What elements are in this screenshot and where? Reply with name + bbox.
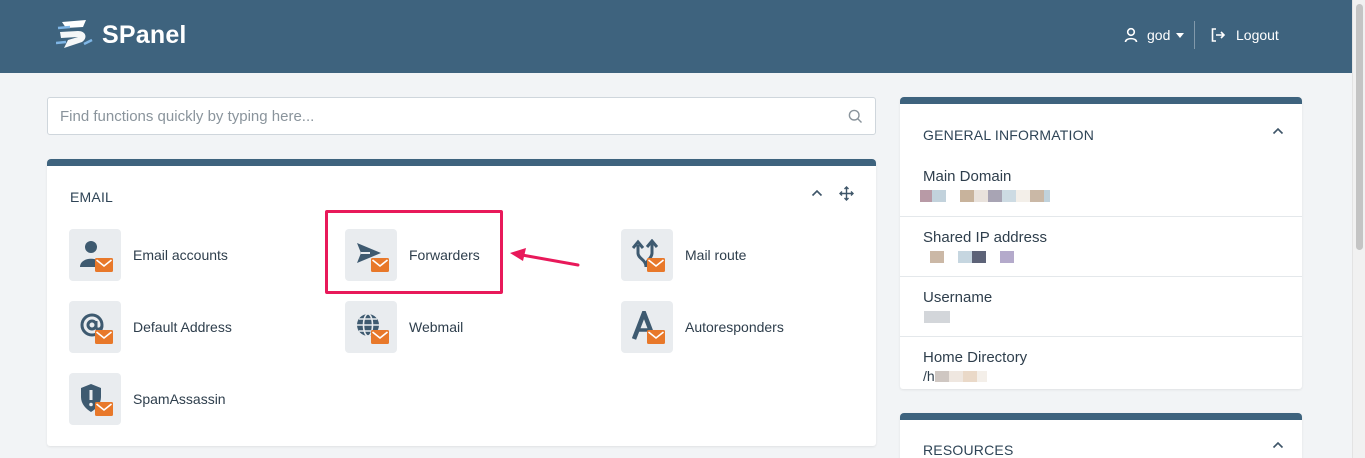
info-label: Shared IP address — [923, 229, 1047, 246]
annotation-arrow-icon — [510, 248, 580, 267]
logo-text: SPanel — [102, 20, 187, 49]
user-menu[interactable]: god — [1123, 27, 1185, 43]
tile-label: Webmail — [409, 319, 464, 335]
function-search — [47, 97, 876, 135]
chevron-down-icon — [1176, 32, 1185, 38]
tile-default-address[interactable]: Default Address — [69, 301, 232, 353]
top-header: SPanel god Logout — [0, 0, 1352, 73]
logout-icon — [1211, 28, 1226, 42]
general-information-title: GENERAL INFORMATION — [923, 127, 1095, 143]
tile-spamassassin[interactable]: SpamAssassin — [69, 373, 226, 425]
envelope-icon — [647, 330, 665, 344]
webmail-icon-box — [345, 301, 397, 353]
tile-autoresponders[interactable]: Autoresponders — [621, 301, 784, 353]
redacted-value — [920, 251, 1014, 263]
user-icon — [1124, 27, 1138, 43]
tile-webmail[interactable]: Webmail — [345, 301, 463, 353]
default-address-icon-box — [69, 301, 121, 353]
home-directory-prefix: /h — [923, 368, 935, 384]
username-label: god — [1147, 27, 1171, 43]
redacted-value — [920, 311, 950, 323]
spanel-logo[interactable]: SPanel — [56, 18, 187, 52]
logout-button[interactable]: Logout — [1210, 27, 1279, 43]
move-icon[interactable] — [839, 186, 854, 201]
forwarders-highlight-box — [325, 210, 503, 294]
chevron-up-icon[interactable] — [810, 186, 824, 200]
tile-label: Mail route — [685, 247, 747, 263]
tile-label: SpamAssassin — [133, 391, 226, 407]
info-label: Username — [923, 289, 993, 306]
envelope-icon — [95, 258, 113, 272]
envelope-icon — [95, 330, 113, 344]
info-row-home-directory: Home Directory /h — [900, 336, 1302, 396]
general-information-card: GENERAL INFORMATION Main Domain Shared I… — [900, 97, 1302, 389]
tile-label: Autoresponders — [685, 319, 784, 335]
envelope-icon — [95, 402, 113, 416]
chevron-up-icon[interactable] — [1271, 124, 1285, 138]
scrollbar-thumb[interactable] — [1356, 4, 1363, 250]
envelope-icon — [647, 258, 665, 272]
info-row-shared-ip: Shared IP address — [900, 216, 1302, 276]
tile-label: Email accounts — [133, 247, 228, 263]
info-row-username: Username — [900, 276, 1302, 336]
tile-label: Default Address — [133, 319, 232, 335]
autoresponders-icon-box — [621, 301, 673, 353]
header-divider — [1194, 21, 1195, 49]
spamassassin-icon-box — [69, 373, 121, 425]
resources-card: RESOURCES — [900, 413, 1302, 458]
page-scrollbar[interactable] — [1352, 0, 1365, 458]
resources-title: RESOURCES — [923, 442, 1014, 458]
mail-route-icon-box — [621, 229, 673, 281]
logout-label: Logout — [1236, 27, 1279, 43]
tile-email-accounts[interactable]: Email accounts — [69, 229, 228, 281]
search-icon[interactable] — [848, 109, 863, 124]
search-input[interactable] — [48, 98, 818, 134]
email-card-title: EMAIL — [70, 189, 114, 205]
logo-mark-icon — [56, 20, 93, 48]
chevron-up-icon[interactable] — [1271, 438, 1285, 452]
tile-mail-route[interactable]: Mail route — [621, 229, 746, 281]
home-directory-value: /h — [923, 368, 987, 384]
info-row-main-domain: Main Domain — [900, 156, 1302, 216]
email-accounts-icon-box — [69, 229, 121, 281]
envelope-icon — [371, 330, 389, 344]
redacted-value — [920, 190, 1050, 202]
info-label: Home Directory — [923, 349, 1028, 366]
info-label: Main Domain — [923, 168, 1012, 185]
